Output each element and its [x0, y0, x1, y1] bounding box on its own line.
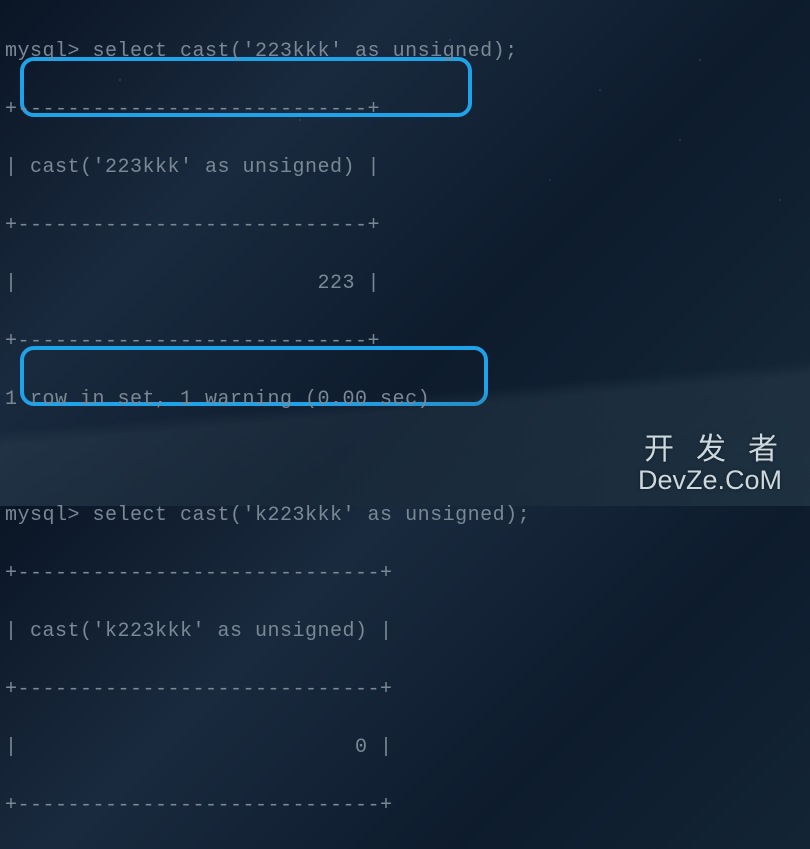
- table-border: +----------------------------+: [5, 211, 805, 240]
- watermark-line2: DevZe.CoM: [638, 466, 800, 494]
- table-border: +-----------------------------+: [5, 559, 805, 588]
- sql-command-1: select cast('223kkk' as unsigned);: [93, 40, 518, 63]
- watermark: 开发者 DevZe.CoM: [638, 434, 800, 494]
- terminal-output: mysql> select cast('223kkk' as unsigned)…: [5, 8, 805, 849]
- watermark-line1: 开发者: [638, 434, 800, 466]
- table-border: +-----------------------------+: [5, 791, 805, 820]
- table-result-row-1: | 223 |: [5, 269, 805, 298]
- table-border: +-----------------------------+: [5, 675, 805, 704]
- mysql-prompt: mysql>: [5, 504, 93, 527]
- table-header-2: | cast('k223kkk' as unsigned) |: [5, 617, 805, 646]
- result-summary-1: 1 row in set, 1 warning (0.00 sec): [5, 385, 805, 414]
- table-header-1: | cast('223kkk' as unsigned) |: [5, 153, 805, 182]
- table-border: +----------------------------+: [5, 95, 805, 124]
- table-border: +----------------------------+: [5, 327, 805, 356]
- sql-command-2: select cast('k223kkk' as unsigned);: [93, 504, 531, 527]
- table-result-row-2: | 0 |: [5, 733, 805, 762]
- mysql-prompt: mysql>: [5, 40, 93, 63]
